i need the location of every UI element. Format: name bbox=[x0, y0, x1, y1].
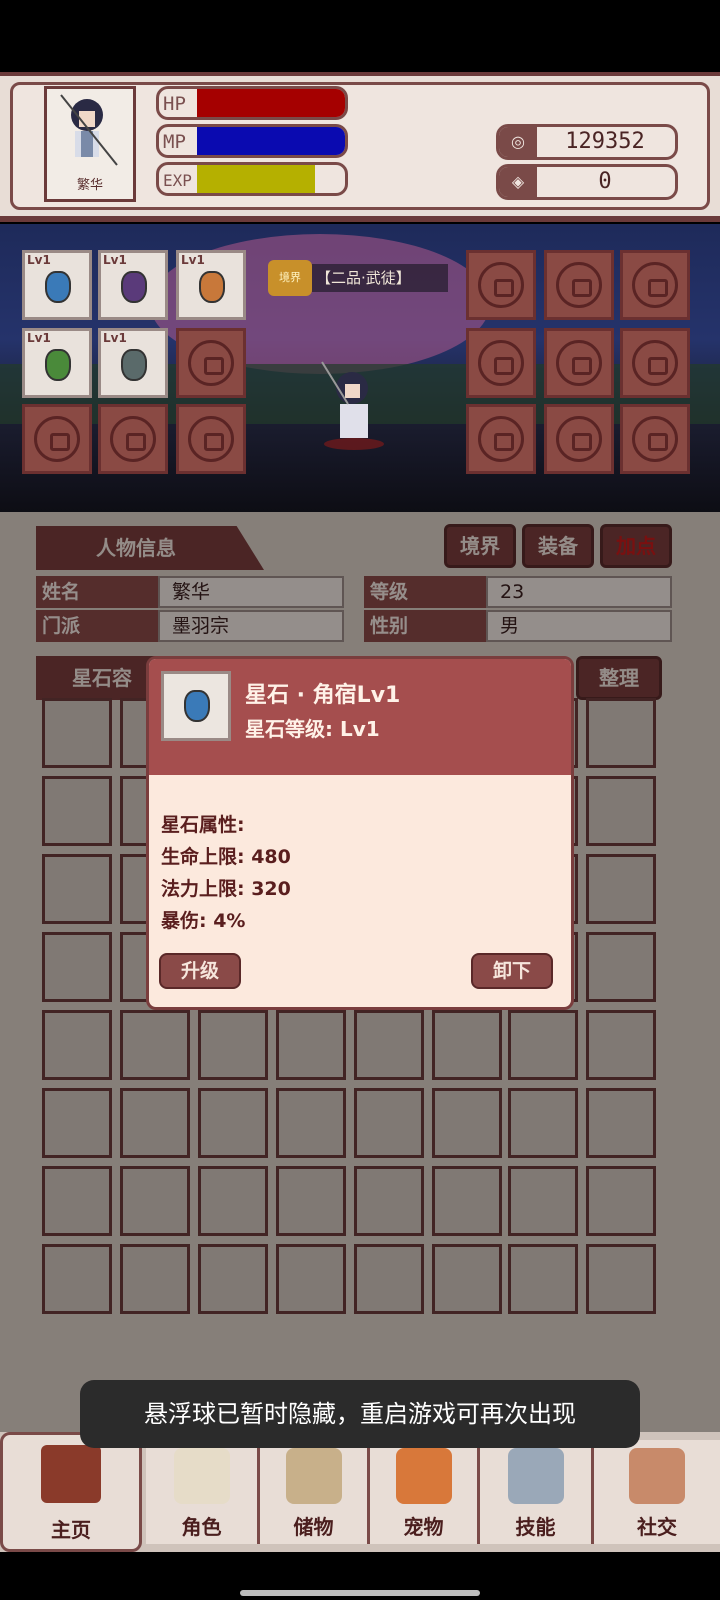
gesture-bar[interactable] bbox=[240, 1590, 480, 1596]
sword-icon bbox=[507, 1448, 564, 1504]
fox-icon bbox=[395, 1448, 452, 1504]
nav-skill[interactable]: 技能 bbox=[480, 1440, 594, 1544]
nav-role[interactable]: 角色 bbox=[146, 1440, 260, 1544]
star-stone-preview bbox=[161, 671, 231, 741]
nav-social-label: 社交 bbox=[637, 1515, 677, 1539]
nav-home-label: 主页 bbox=[51, 1518, 91, 1542]
popup-attributes: 星石属性: 生命上限: 480 法力上限: 320 暴伤: 4% bbox=[161, 809, 291, 937]
nav-pet[interactable]: 宠物 bbox=[370, 1440, 480, 1544]
unequip-button[interactable]: 卸下 bbox=[471, 953, 553, 989]
popup-title: 星石 · 角宿Lv1 bbox=[245, 683, 401, 708]
bag-icon bbox=[285, 1448, 342, 1504]
nav-storage[interactable]: 储物 bbox=[260, 1440, 370, 1544]
nav-pet-label: 宠物 bbox=[403, 1515, 444, 1539]
bottom-nav: 角色 储物 宠物 技能 社交 主页 bbox=[0, 1432, 720, 1552]
temple-gate-icon bbox=[41, 1445, 101, 1503]
nav-role-label: 角色 bbox=[181, 1515, 222, 1539]
handshake-icon bbox=[629, 1448, 685, 1504]
nav-social[interactable]: 社交 bbox=[594, 1440, 720, 1544]
attr-header: 星石属性: bbox=[161, 814, 245, 836]
nav-storage-label: 储物 bbox=[293, 1515, 334, 1539]
attr-hp-max: 生命上限: 480 bbox=[161, 846, 291, 868]
nav-skill-label: 技能 bbox=[515, 1515, 556, 1539]
toast-message: 悬浮球已暂时隐藏，重启游戏可再次出现 bbox=[80, 1380, 640, 1448]
star-stone-icon bbox=[184, 690, 210, 722]
upgrade-button[interactable]: 升级 bbox=[159, 953, 241, 989]
character-figure-icon bbox=[173, 1448, 230, 1504]
game-screen: 繁华 HP MP EXP ◎ 129352 ◈ 0 Lv1 Lv1 Lv1 Lv… bbox=[0, 0, 720, 1600]
popup-grade: 星石等级: Lv1 bbox=[245, 717, 380, 741]
nav-home[interactable]: 主页 bbox=[0, 1432, 142, 1552]
attr-mp-max: 法力上限: 320 bbox=[161, 878, 291, 900]
star-stone-detail-popup: 星石 · 角宿Lv1 星石等级: Lv1 星石属性: 生命上限: 480 法力上… bbox=[146, 656, 574, 1010]
attr-crit-damage: 暴伤: 4% bbox=[161, 910, 246, 932]
